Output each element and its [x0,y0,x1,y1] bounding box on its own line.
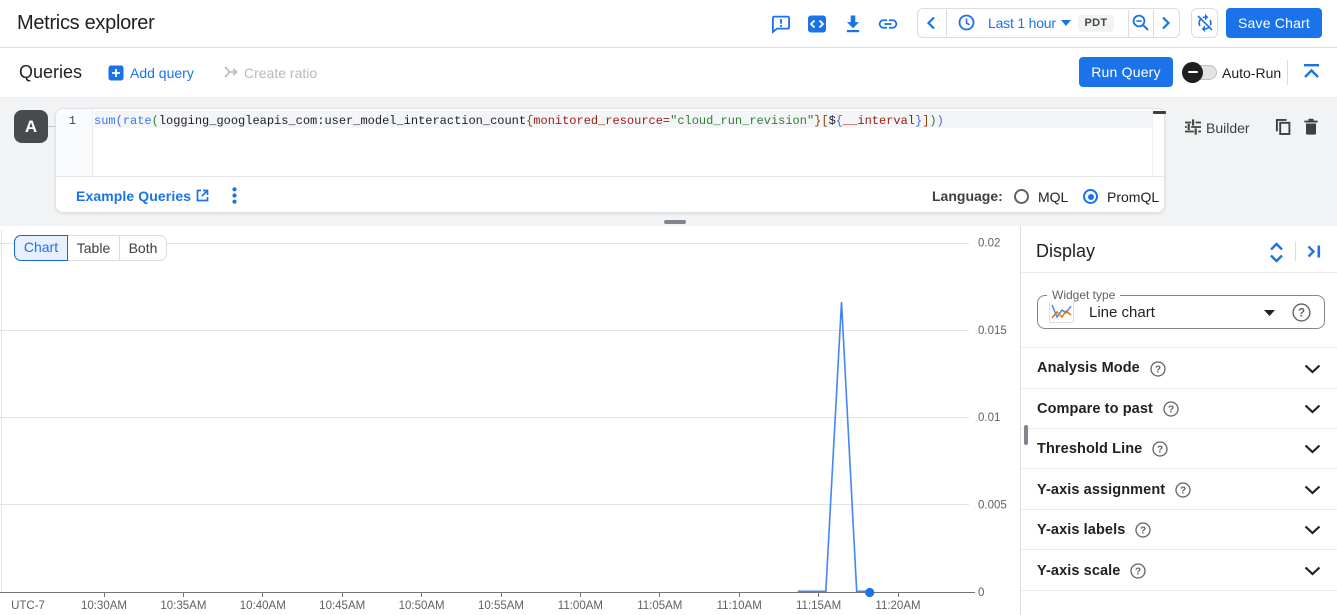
svg-text:10:40AM: 10:40AM [240,600,286,612]
svg-text:10:35AM: 10:35AM [160,600,206,612]
svg-text:11:00AM: 11:00AM [558,600,603,612]
svg-text:0.01: 0.01 [978,412,1000,424]
svg-text:0.015: 0.015 [978,325,1007,337]
svg-text:10:45AM: 10:45AM [319,600,365,612]
svg-text:?: ? [1157,445,1163,456]
svg-text:11:05AM: 11:05AM [637,600,682,612]
svg-text:UTC-7: UTC-7 [11,600,45,612]
svg-text:10:55AM: 10:55AM [478,600,524,612]
svg-text:0: 0 [978,587,984,599]
svg-text:?: ? [1180,486,1186,497]
svg-text:11:20AM: 11:20AM [875,600,920,612]
svg-text:?: ? [1140,526,1146,537]
svg-text:0.005: 0.005 [978,500,1007,512]
svg-text:?: ? [1298,308,1305,320]
svg-text:11:15AM: 11:15AM [796,600,841,612]
svg-text:?: ? [1135,567,1141,578]
svg-text:0.02: 0.02 [978,237,1000,249]
svg-text:?: ? [1155,364,1161,375]
svg-text:10:30AM: 10:30AM [81,600,127,612]
svg-text:11:10AM: 11:10AM [717,600,762,612]
svg-text:?: ? [1168,405,1174,416]
svg-text:10:50AM: 10:50AM [399,600,445,612]
